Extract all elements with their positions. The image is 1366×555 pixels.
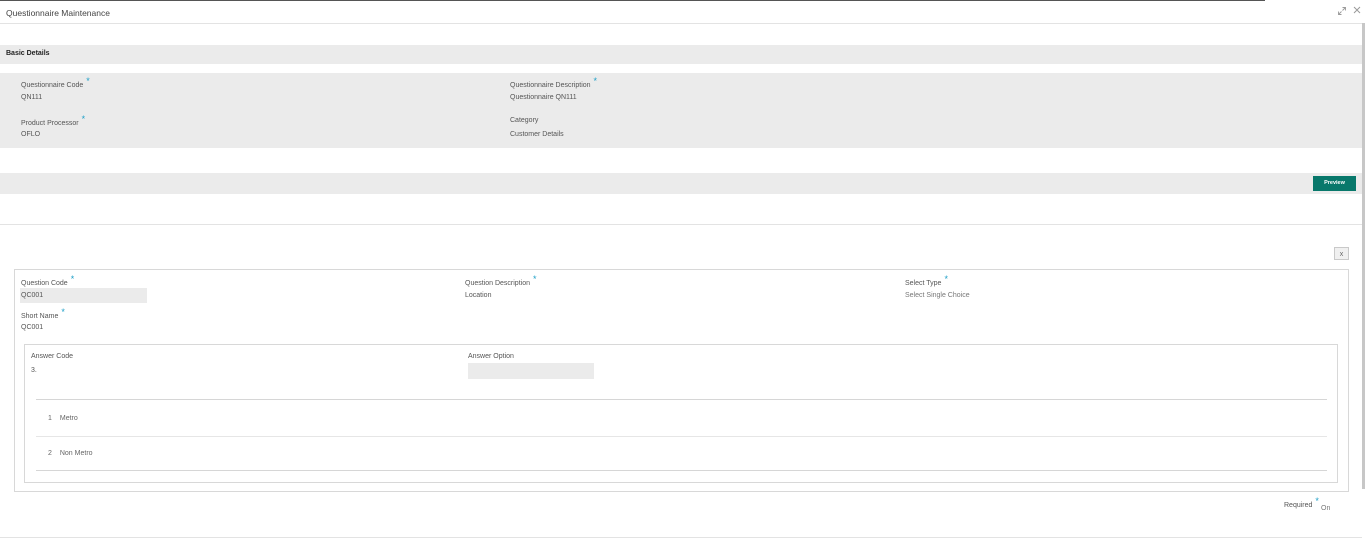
answer-option-label: Answer Option (468, 353, 514, 360)
section-divider (0, 224, 1362, 225)
short-name-label: Short Name * (21, 307, 65, 320)
required-asterisk: * (81, 114, 86, 124)
questionnaire-code-label: Questionnaire Code * (21, 76, 90, 89)
remove-question-button[interactable]: x (1334, 247, 1349, 260)
question-description-label: Question Description * (465, 274, 537, 287)
section-title-basic-details: Basic Details (6, 50, 50, 57)
window-title: Questionnaire Maintenance (6, 8, 110, 18)
required-asterisk: * (532, 274, 537, 284)
required-asterisk: * (61, 307, 65, 317)
basic-details-panel (0, 73, 1362, 148)
product-processor-value: OFLO (21, 131, 41, 138)
answer-list-divider (36, 399, 1327, 400)
required-asterisk: * (944, 274, 948, 284)
list-item[interactable]: 2 Non Metro (48, 450, 93, 457)
required-asterisk: * (70, 274, 75, 284)
answer-list-bottom-divider (36, 470, 1327, 471)
option-text: Non Metro (59, 450, 93, 457)
select-type-label: Select Type * (905, 274, 948, 287)
required-asterisk: * (593, 76, 598, 86)
expand-icon[interactable] (1338, 7, 1346, 17)
answer-code-label: Answer Code (31, 353, 74, 360)
basic-details-header (0, 45, 1362, 64)
header-separator (0, 23, 1362, 24)
answers-card (24, 344, 1338, 483)
category-value: Customer Details (510, 131, 564, 138)
questionnaire-description-label: Questionnaire Description * (510, 76, 598, 89)
category-label: Category (510, 117, 539, 124)
answer-option-input[interactable] (468, 363, 594, 379)
answer-row-divider (36, 436, 1327, 437)
required-asterisk: * (86, 76, 90, 86)
option-number: 2 (48, 450, 52, 457)
questionnaire-description-value: Questionnaire QN111 (510, 94, 577, 101)
list-item[interactable]: 1 Metro (48, 415, 78, 422)
required-asterisk: * (1315, 496, 1319, 506)
preview-button[interactable]: Preview (1313, 176, 1356, 191)
question-description-value[interactable]: Location (465, 292, 491, 299)
footer-divider (0, 537, 1362, 538)
close-icon[interactable] (1353, 6, 1361, 16)
answer-code-value[interactable]: 3. (31, 367, 37, 374)
select-type-dropdown[interactable]: Select Single Choice (905, 292, 970, 299)
product-processor-label: Product Processor * (21, 114, 86, 127)
question-code-label: Question Code * (21, 274, 75, 287)
required-label: Required * (1284, 496, 1319, 509)
top-border (0, 0, 1265, 1)
option-text: Metro (59, 415, 78, 422)
question-code-value: QC001 (21, 292, 44, 299)
toolbar-band (0, 173, 1362, 194)
short-name-value[interactable]: QC001 (21, 324, 43, 331)
scrollbar[interactable] (1362, 23, 1365, 489)
questionnaire-code-value: QN111 (21, 94, 43, 101)
required-toggle[interactable]: On (1321, 505, 1330, 512)
option-number: 1 (48, 415, 52, 422)
